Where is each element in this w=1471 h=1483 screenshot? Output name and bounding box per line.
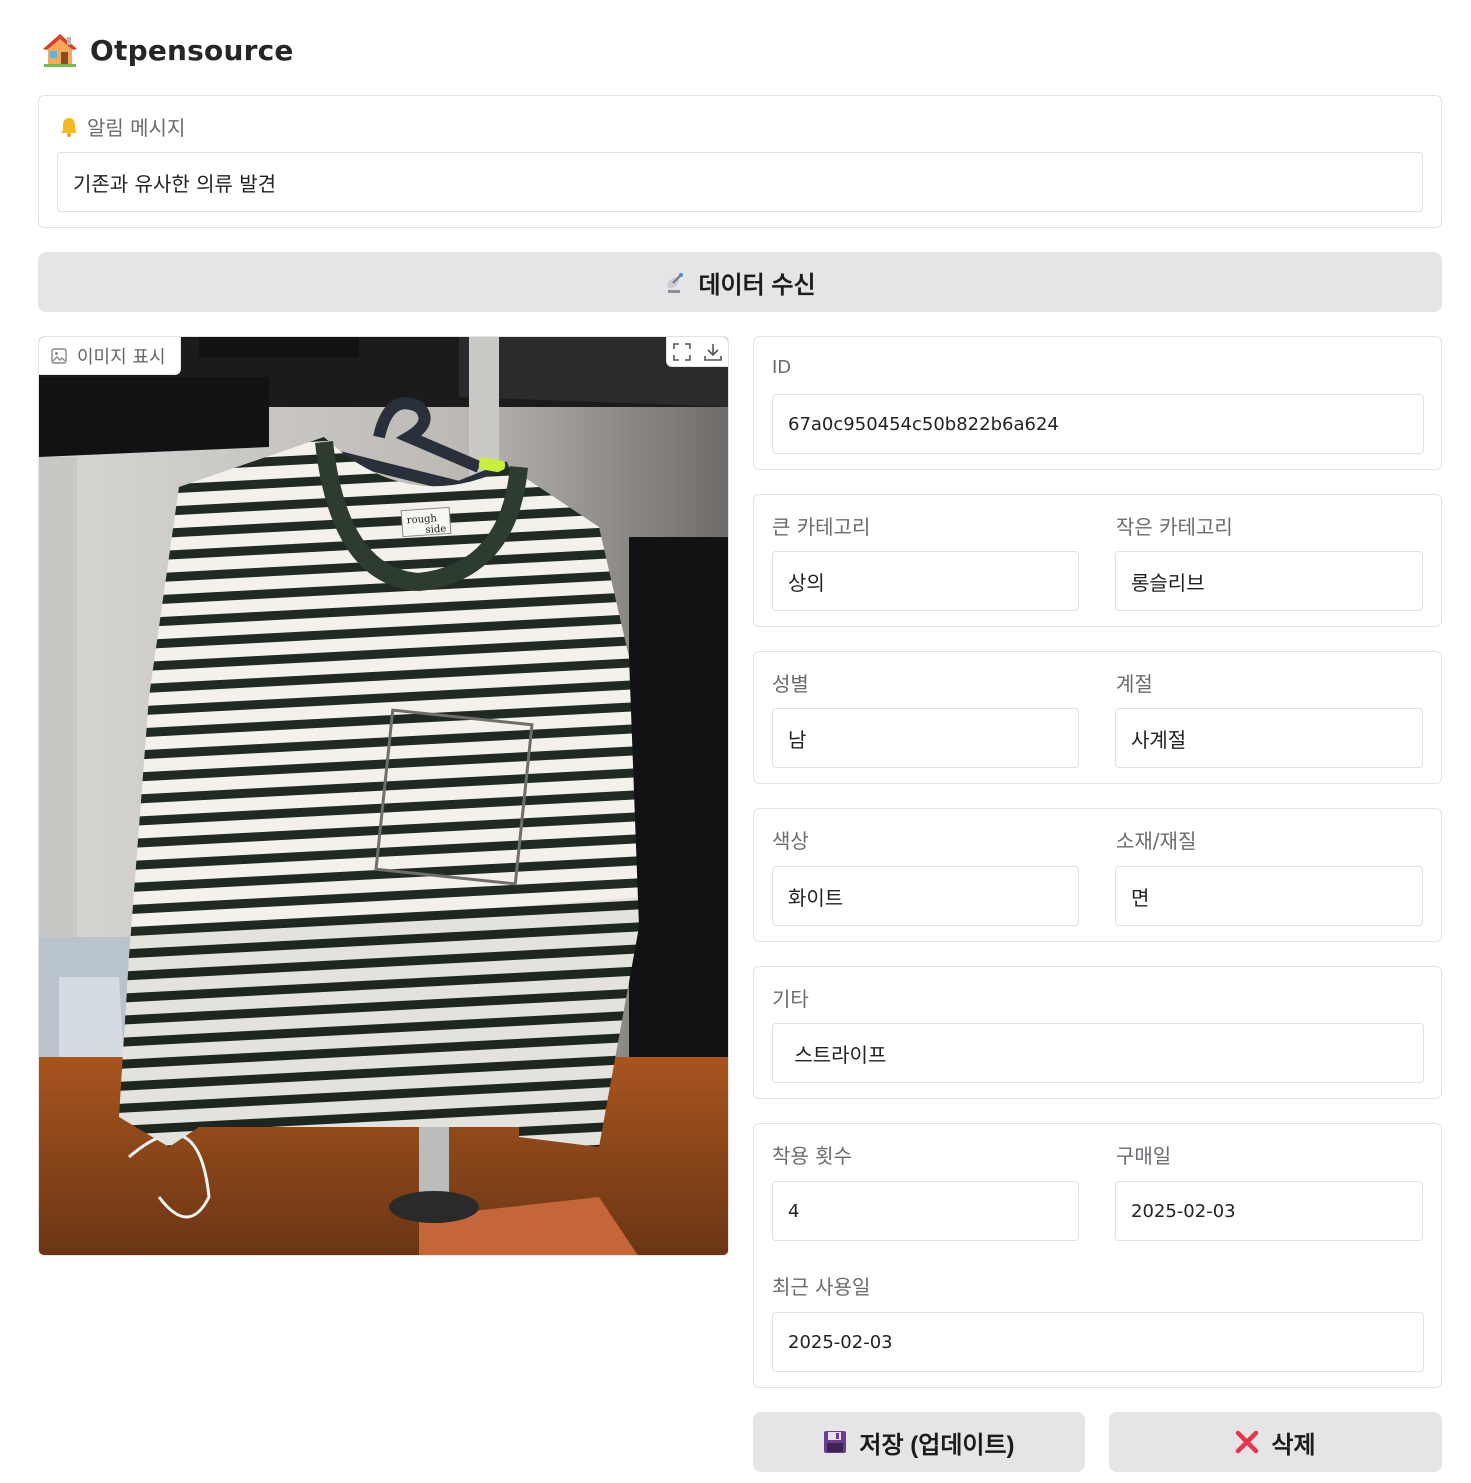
season-field[interactable]: 사계절 <box>1115 708 1423 768</box>
etc-field[interactable]: 스트라이프 <box>772 1023 1424 1083</box>
season-label: 계절 <box>1116 672 1153 696</box>
id-field[interactable]: 67a0c950454c50b822b6a624 <box>772 394 1424 454</box>
image-label-text: 이미지 표시 <box>77 346 166 368</box>
clothing-photo: rough side <box>39 337 728 1255</box>
notice-label-text: 알림 메시지 <box>87 116 186 140</box>
image-label: 이미지 표시 <box>39 337 181 375</box>
purchase-date-field[interactable]: 2025-02-03 <box>1115 1181 1423 1241</box>
image-panel: rough side 이미지 표시 <box>38 336 729 1256</box>
id-label: ID <box>772 357 792 378</box>
last-used-label: 최근 사용일 <box>772 1275 871 1299</box>
receive-data-button[interactable]: 데이터 수신 <box>38 252 1442 312</box>
close-icon <box>1236 1430 1259 1454</box>
category-panel: 큰 카테고리 상의 작은 카테고리 롱슬리브 <box>753 494 1442 627</box>
receive-data-label: 데이터 수신 <box>698 271 816 299</box>
gender-field[interactable]: 남 <box>772 708 1079 768</box>
fullscreen-icon[interactable] <box>673 342 692 361</box>
big-category-field[interactable]: 상의 <box>772 551 1079 611</box>
delete-button-label: 삭제 <box>1271 1431 1316 1459</box>
small-category-label: 작은 카테고리 <box>1116 515 1233 539</box>
etc-label: 기타 <box>772 987 809 1011</box>
delete-button[interactable]: 삭제 <box>1109 1412 1442 1472</box>
download-icon[interactable] <box>703 343 722 361</box>
floppy-disk-icon <box>824 1431 847 1453</box>
image-icon <box>51 347 67 364</box>
material-field[interactable]: 면 <box>1115 866 1423 926</box>
house-icon <box>43 34 77 67</box>
bell-icon <box>61 117 77 137</box>
color-material-panel: 색상 화이트 소재/재질 면 <box>753 808 1442 942</box>
color-field[interactable]: 화이트 <box>772 866 1079 926</box>
notice-field[interactable]: 기존과 유사한 의류 발견 <box>57 152 1423 212</box>
id-panel: ID 67a0c950454c50b822b6a624 <box>753 336 1442 470</box>
image-toolbar <box>666 337 728 367</box>
notice-panel: 알림 메시지 기존과 유사한 의류 발견 <box>38 95 1442 228</box>
color-label: 색상 <box>772 829 809 853</box>
save-button-label: 저장 (업데이트) <box>859 1431 1015 1459</box>
label-text-bottom: side <box>425 524 446 536</box>
big-category-label: 큰 카테고리 <box>772 515 871 539</box>
gender-label: 성별 <box>772 672 809 696</box>
last-used-field[interactable]: 2025-02-03 <box>772 1312 1424 1372</box>
app-header: Otpensource <box>42 28 294 72</box>
notice-label: 알림 메시지 <box>59 112 185 141</box>
purchase-date-label: 구매일 <box>1116 1144 1172 1168</box>
satellite-dish-icon <box>667 273 684 293</box>
wear-count-field[interactable]: 4 <box>772 1181 1079 1241</box>
etc-panel: 기타 스트라이프 <box>753 966 1442 1099</box>
save-button[interactable]: 저장 (업데이트) <box>753 1412 1085 1472</box>
app-title: Otpensource <box>90 33 294 67</box>
gender-season-panel: 성별 남 계절 사계절 <box>753 651 1442 784</box>
wear-count-label: 착용 횟수 <box>772 1144 852 1168</box>
usage-panel: 착용 횟수 4 구매일 2025-02-03 최근 사용일 2025-02-03 <box>753 1123 1442 1388</box>
small-category-field[interactable]: 롱슬리브 <box>1115 551 1423 611</box>
material-label: 소재/재질 <box>1116 829 1197 853</box>
